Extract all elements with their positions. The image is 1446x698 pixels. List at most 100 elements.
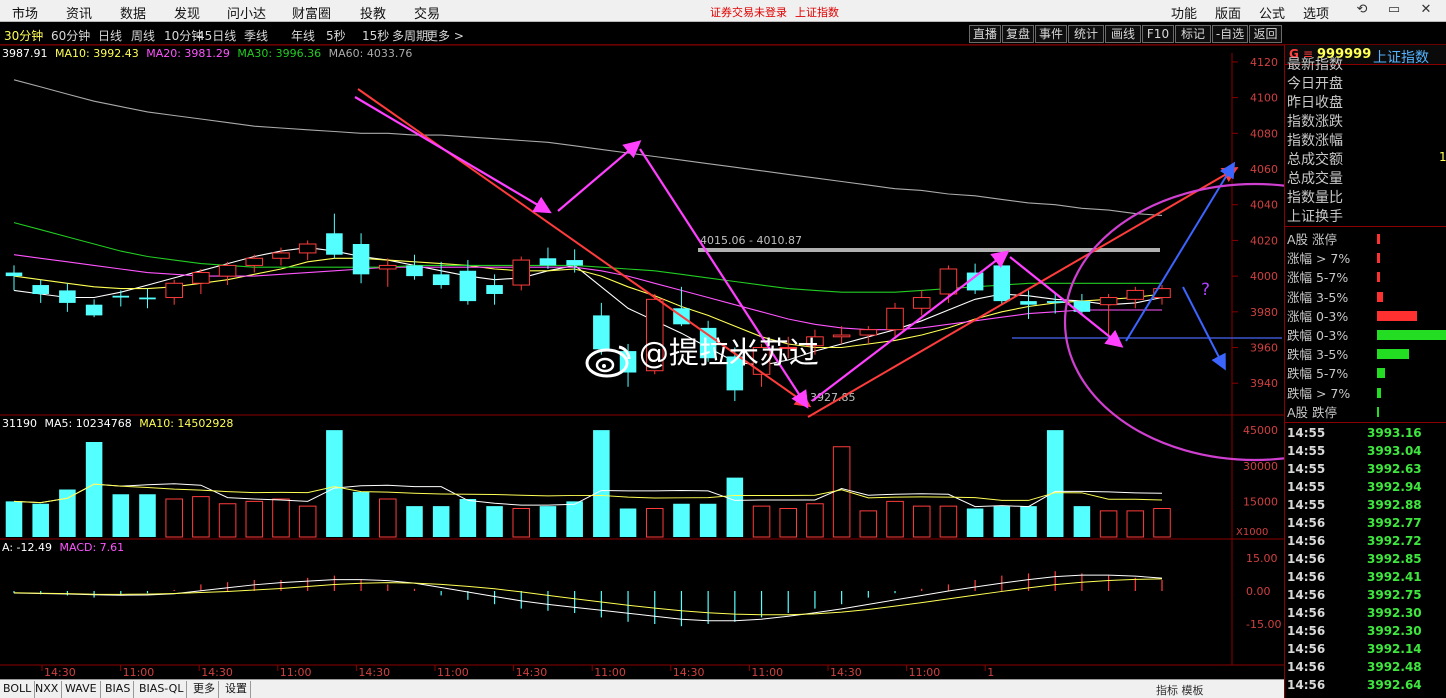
f10-button[interactable]: F10 <box>1142 25 1174 43</box>
period-week[interactable]: 周线 <box>131 27 155 44</box>
candle-body-up <box>192 272 210 284</box>
candle-body-down <box>139 297 156 300</box>
volume-bar-up <box>378 498 397 538</box>
macd-tick-label: 0.00 <box>1246 585 1271 598</box>
volume-bar-down <box>486 506 503 537</box>
remove-watchlist-button[interactable]: -自选 <box>1212 25 1248 43</box>
draw-button[interactable]: 画线 <box>1105 25 1141 43</box>
menu-ask[interactable]: 问小达 <box>227 3 266 22</box>
price-tick-label: 4020 <box>1250 234 1278 247</box>
indicator-tabs: BOLL NXX WAVE BIAS BIAS-QL 更多 设置 指标 模板 <box>0 679 1284 698</box>
price-tick-label: 4120 <box>1250 56 1278 69</box>
tab-bias-ql[interactable]: BIAS-QL <box>136 681 188 698</box>
candle-body-up <box>832 334 851 338</box>
period-day[interactable]: 日线 <box>98 27 122 44</box>
stat-open: 今日开盘 <box>1287 76 1343 92</box>
tick-price: 3992.64 <box>1367 678 1422 692</box>
tick-price: 3992.77 <box>1367 516 1422 530</box>
tab-settings[interactable]: 设置 <box>222 681 251 698</box>
live-button[interactable]: 直播 <box>969 25 1001 43</box>
volume-bar-down <box>326 430 343 537</box>
back-button[interactable]: 返回 <box>1249 25 1282 43</box>
weibo-icon <box>585 345 631 377</box>
time-tick-label: 14:30 <box>673 666 705 679</box>
tick-time: 14:55 <box>1287 444 1326 458</box>
volume-bar-down <box>673 503 690 537</box>
macd-dea-line <box>13 578 1163 616</box>
tick-time: 14:56 <box>1287 534 1326 548</box>
volume-bar-down <box>539 506 557 537</box>
indicator-template-label[interactable]: 指标 模板 <box>1156 682 1204 698</box>
volume-bar-down <box>112 494 130 537</box>
refresh-icon[interactable]: ⟲ <box>1352 2 1372 17</box>
volume-bar-up <box>886 500 904 538</box>
macd-tick-label: 15.00 <box>1246 552 1278 565</box>
menu-data[interactable]: 数据 <box>120 3 146 22</box>
wave1-down-arrow <box>354 96 552 214</box>
menu-discover[interactable]: 发现 <box>174 3 200 22</box>
events-button[interactable]: 事件 <box>1035 25 1067 43</box>
minimize-icon[interactable]: ▭ <box>1384 2 1404 17</box>
period-10min[interactable]: 45日线 <box>197 27 236 44</box>
tab-boll[interactable]: BOLL <box>0 681 36 698</box>
candle-body-up <box>298 243 317 254</box>
volume-bar-up <box>1099 510 1118 538</box>
volume-bar-down <box>1073 506 1091 537</box>
volume-bar-up <box>806 503 824 538</box>
candle-body-up <box>1126 289 1145 300</box>
stat-partial-value: 1 <box>1439 150 1446 164</box>
tick-time: 14:56 <box>1287 678 1326 692</box>
tab-more[interactable]: 更多 <box>190 681 219 698</box>
menu-trade[interactable]: 交易 <box>414 3 440 22</box>
tick-time: 14:56 <box>1287 552 1326 566</box>
menu-market[interactable]: 市场 <box>12 3 38 22</box>
candle-body-down <box>459 270 477 302</box>
menu-formula[interactable]: 公式 <box>1259 3 1285 22</box>
candle-body-up <box>165 282 183 299</box>
stats-button[interactable]: 统计 <box>1068 25 1104 43</box>
tick-time: 14:55 <box>1287 426 1326 440</box>
menu-news[interactable]: 资讯 <box>66 3 92 22</box>
stock-name: 上证指数 <box>1373 50 1429 66</box>
menu-function[interactable]: 功能 <box>1171 3 1197 22</box>
period-year[interactable]: 5秒 <box>326 27 346 44</box>
volume-bar-up <box>192 496 210 538</box>
ma-line-ma60 <box>13 79 1163 216</box>
tick-price: 3992.14 <box>1367 642 1422 656</box>
volume-bar-down <box>59 489 76 537</box>
tab-nxx[interactable]: NXX <box>32 681 63 698</box>
menu-layout[interactable]: 版面 <box>1215 3 1241 22</box>
period-45day[interactable]: 季线 <box>244 27 268 44</box>
replay-button[interactable]: 复盘 <box>1002 25 1034 43</box>
uptrend-arrow <box>807 166 1239 418</box>
tick-list[interactable]: 14:55 3993.16 14:55 3993.04 14:55 3992.63 14:5… <box>1285 422 1446 698</box>
stat-turnover: 总成交额 <box>1287 152 1343 168</box>
period-60min[interactable]: 60分钟 <box>51 27 90 44</box>
volume-bar-up <box>859 510 878 538</box>
price-tick-label: 3940 <box>1250 377 1278 390</box>
period-30min[interactable]: 30分钟 <box>4 27 43 44</box>
tick-time: 14:55 <box>1287 498 1326 512</box>
login-notice[interactable]: 证券交易未登录 <box>710 6 787 19</box>
time-tick-label: 11:00 <box>280 666 312 679</box>
volume-bar-down <box>139 494 156 537</box>
candle-body-down <box>85 304 103 316</box>
menu-education[interactable]: 投教 <box>360 3 386 22</box>
mark-button[interactable]: 标记 <box>1175 25 1211 43</box>
period-multi[interactable]: 更多 > <box>426 27 464 44</box>
price-tick-label: 3980 <box>1250 306 1278 319</box>
volume-tick-label: 15000 <box>1243 495 1278 508</box>
period-5s[interactable]: 15秒 <box>362 27 389 44</box>
volume-bar-down <box>726 477 744 537</box>
tab-bias[interactable]: BIAS <box>102 681 135 698</box>
menu-options[interactable]: 选项 <box>1303 3 1329 22</box>
period-quarter[interactable]: 年线 <box>291 27 315 44</box>
quote-panel: G ≡ 999999 上证指数 最新指数 今日开盘 昨日收盘 指数涨跌 指数涨幅… <box>1284 45 1446 698</box>
period-15s[interactable]: 多周期 <box>392 27 428 44</box>
macd-dif-line <box>13 574 1163 622</box>
tab-wave[interactable]: WAVE <box>62 681 101 698</box>
volume-bar-up <box>218 503 237 538</box>
ma-line-ma30 <box>13 222 1162 293</box>
menu-wealth-circle[interactable]: 财富圈 <box>292 3 331 22</box>
close-icon[interactable]: ✕ <box>1416 2 1436 17</box>
